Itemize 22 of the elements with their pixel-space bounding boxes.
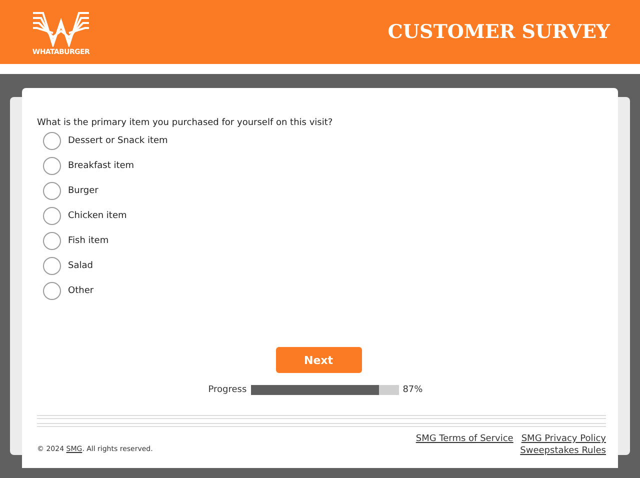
radio-button[interactable] [43, 132, 61, 150]
option-label[interactable]: Fish item [68, 236, 109, 246]
option-label[interactable]: Dessert or Snack item [68, 136, 168, 146]
radio-button[interactable] [43, 282, 61, 300]
option-label[interactable]: Burger [68, 186, 98, 196]
radio-button[interactable] [43, 182, 61, 200]
radio-button[interactable] [43, 157, 61, 175]
option-label[interactable]: Other [68, 286, 94, 296]
radio-button[interactable] [43, 257, 61, 275]
radio-button[interactable] [43, 207, 61, 225]
w-logo-icon [33, 10, 89, 46]
question-text: What is the primary item you purchased for yourself on this visit? [37, 118, 334, 128]
option-label[interactable]: Breakfast item [68, 161, 134, 171]
page-title: CUSTOMER SURVEY [388, 21, 610, 43]
progress-label: Progress [208, 385, 247, 395]
footer-link[interactable]: Sweepstakes Rules [520, 446, 606, 456]
footer-link[interactable]: SMG Terms of Service [416, 434, 514, 444]
option-label[interactable]: Salad [68, 261, 93, 271]
footer-link[interactable]: SMG Privacy Policy [521, 434, 606, 444]
radio-button[interactable] [43, 232, 61, 250]
progress-reading: 87% [402, 385, 423, 395]
option-label[interactable]: Chicken item [68, 211, 127, 221]
